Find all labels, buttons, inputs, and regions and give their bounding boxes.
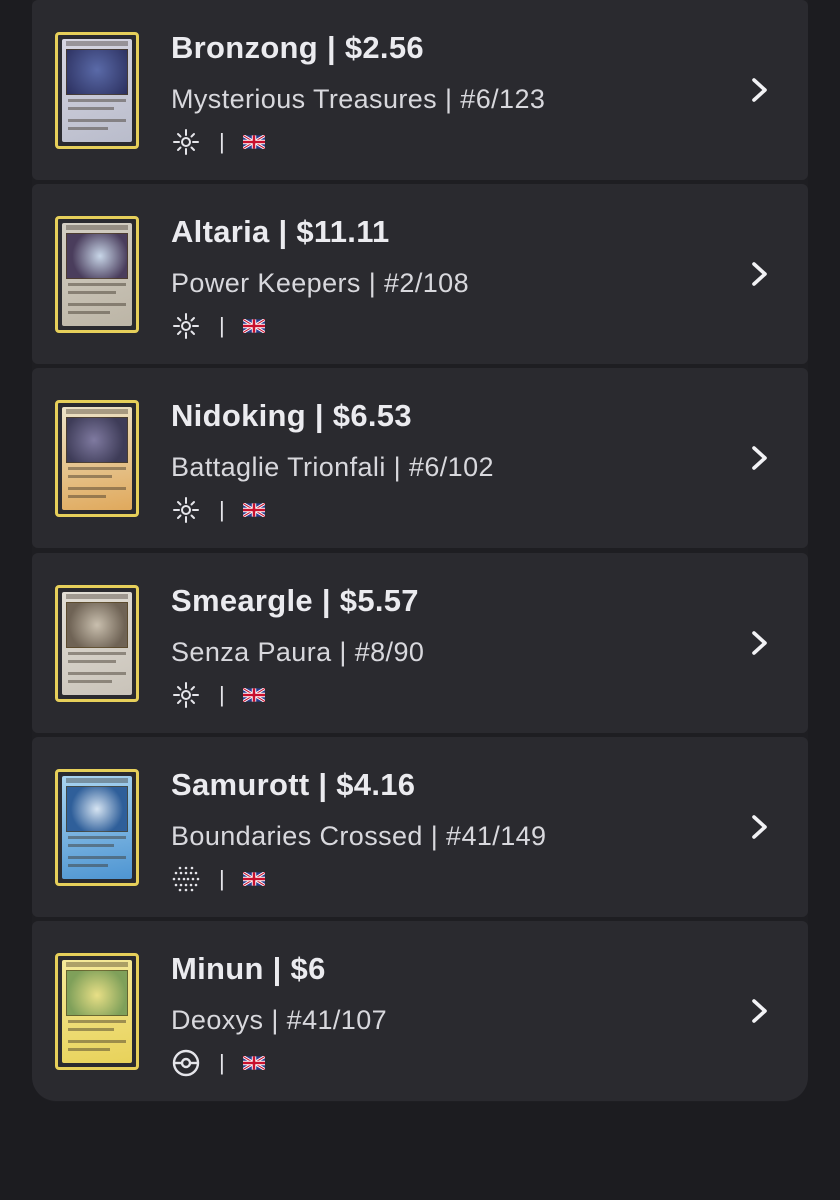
card-thumbnail-bronzong [55, 32, 139, 149]
card-set-number: Deoxys | #41/107 [171, 1005, 388, 1035]
card-row-smeargle[interactable]: Smeargle | $5.57 Senza Paura | #8/90 | [32, 553, 808, 733]
card-set-number: Power Keepers | #2/108 [171, 268, 469, 298]
card-set-number: Senza Paura | #8/90 [171, 637, 425, 667]
card-set-number: Battaglie Trionfali | #6/102 [171, 452, 494, 482]
card-row-samurott[interactable]: Samurott | $4.16 Boundaries Crossed | #4… [32, 737, 808, 917]
chevron-right-icon[interactable] [748, 996, 772, 1026]
card-row-altaria[interactable]: Altaria | $11.11 Power Keepers | #2/108 … [32, 184, 808, 364]
card-thumbnail-minun [55, 953, 139, 1070]
chevron-right-icon[interactable] [748, 443, 772, 473]
card-title: Samurott | $4.16 [171, 767, 416, 802]
meta-separator: | [219, 1050, 225, 1075]
card-title: Bronzong | $2.56 [171, 30, 424, 65]
meta-separator: | [219, 682, 225, 707]
card-row-nidoking[interactable]: Nidoking | $6.53 Battaglie Trionfali | #… [32, 368, 808, 548]
meta-separator: | [219, 313, 225, 338]
uk-flag-icon [242, 135, 265, 149]
holo-sparkle-icon [173, 682, 199, 708]
chevron-right-icon[interactable] [748, 259, 772, 289]
holo-sparkle-icon [173, 497, 199, 523]
card-thumbnail-smeargle [55, 585, 139, 702]
card-meta: | [171, 680, 265, 710]
card-thumbnail-samurott [55, 769, 139, 886]
meta-separator: | [219, 866, 225, 891]
card-meta: | [171, 1048, 265, 1078]
card-row-bronzong[interactable]: Bronzong | $2.56 Mysterious Treasures | … [32, 0, 808, 180]
pokeball-icon [172, 1049, 200, 1077]
card-thumbnail-altaria [55, 216, 139, 333]
card-thumbnail-nidoking [55, 400, 139, 517]
uk-flag-icon [242, 688, 265, 702]
card-title: Altaria | $11.11 [171, 214, 390, 249]
chevron-right-icon[interactable] [748, 75, 772, 105]
card-list: Bronzong | $2.56 Mysterious Treasures | … [32, 0, 808, 1102]
card-meta: | [171, 495, 265, 525]
card-meta: | [171, 864, 265, 894]
chevron-right-icon[interactable] [748, 628, 772, 658]
dotted-grid-icon [172, 866, 200, 892]
card-title: Minun | $6 [171, 951, 326, 986]
holo-sparkle-icon [173, 313, 199, 339]
card-meta: | [171, 311, 265, 341]
holo-sparkle-icon [173, 129, 199, 155]
chevron-right-icon[interactable] [748, 812, 772, 842]
meta-separator: | [219, 129, 225, 154]
card-row-minun[interactable]: Minun | $6 Deoxys | #41/107 | [32, 921, 808, 1101]
card-set-number: Mysterious Treasures | #6/123 [171, 84, 546, 114]
card-meta: | [171, 127, 265, 157]
meta-separator: | [219, 497, 225, 522]
card-title: Nidoking | $6.53 [171, 398, 412, 433]
uk-flag-icon [242, 1056, 265, 1070]
card-set-number: Boundaries Crossed | #41/149 [171, 821, 547, 851]
uk-flag-icon [242, 503, 265, 517]
uk-flag-icon [242, 319, 265, 333]
uk-flag-icon [242, 872, 265, 886]
card-title: Smeargle | $5.57 [171, 583, 419, 618]
